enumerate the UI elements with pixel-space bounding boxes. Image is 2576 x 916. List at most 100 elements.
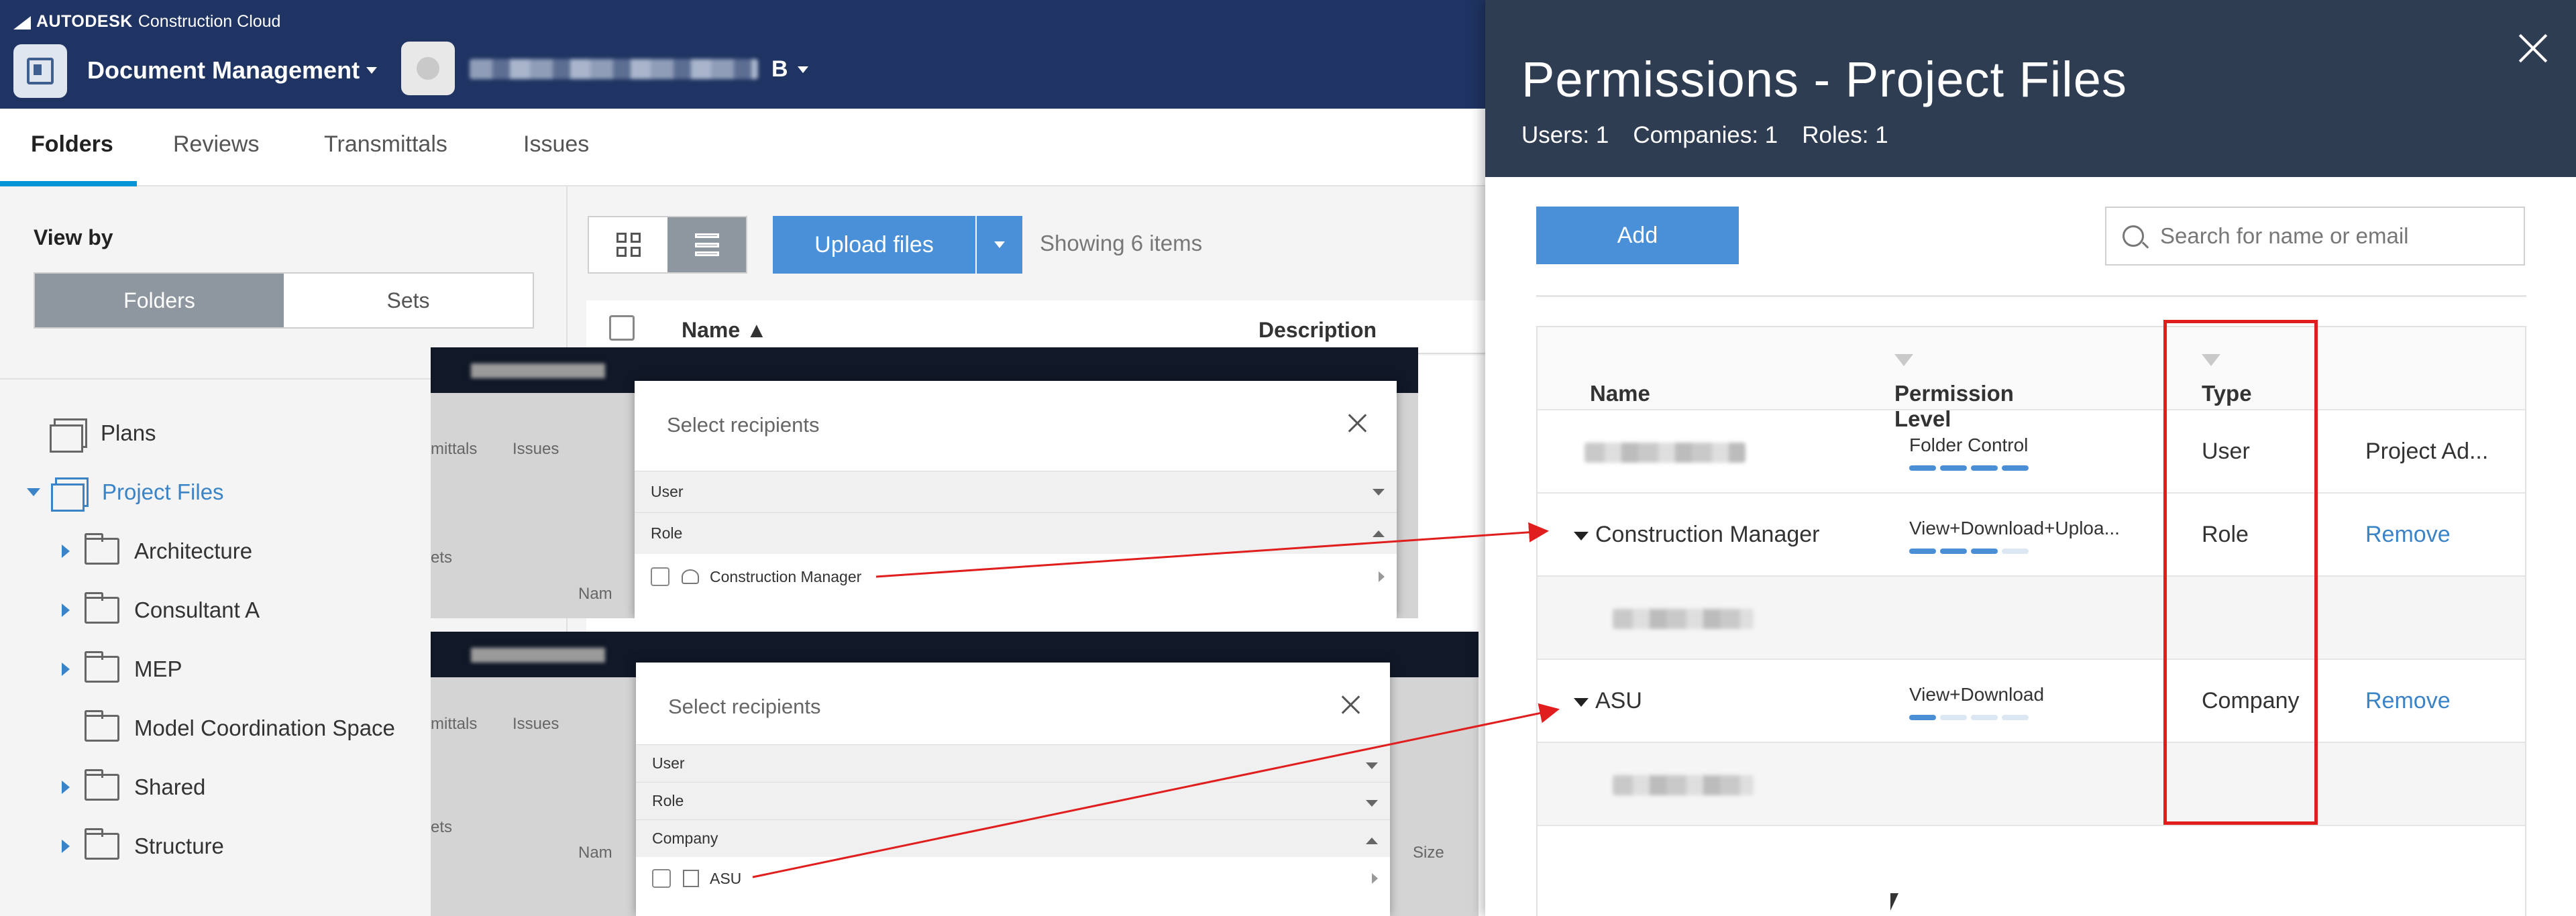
section-user[interactable]: User — [636, 744, 1390, 782]
chevron-down-icon[interactable] — [27, 488, 40, 496]
grid-view-button[interactable] — [589, 217, 667, 272]
chevron-right-icon[interactable] — [62, 840, 70, 853]
type-column-highlight — [2163, 320, 2318, 825]
brand-rest: Construction Cloud — [138, 12, 281, 31]
tab-transmittals[interactable]: Transmittals — [324, 131, 447, 158]
expandable-name[interactable]: Construction Manager — [1574, 522, 1820, 548]
upload-dropdown-button[interactable] — [977, 216, 1022, 274]
document-management-app: AUTODESK Construction Cloud Document Man… — [0, 0, 1485, 916]
inset-screenshot-company: mittals Issues ets Nam Size Select recip… — [431, 632, 1479, 916]
permission-level-dropdown[interactable]: View+Download — [1909, 684, 2044, 705]
bg-tab: mittals — [431, 440, 478, 458]
permission-level-dropdown[interactable]: View+Download+Uploa... — [1909, 518, 2120, 539]
chevron-down-icon — [1366, 762, 1378, 769]
chevron-right-icon[interactable] — [62, 545, 70, 558]
tree-item-structure[interactable]: Structure — [62, 826, 224, 866]
select-all-checkbox[interactable] — [609, 315, 635, 341]
section-company[interactable]: Company — [636, 819, 1390, 857]
bg-label: Nam — [578, 844, 612, 862]
tree-item-shared[interactable]: Shared — [62, 767, 205, 807]
tree-item-plans[interactable]: Plans — [50, 413, 156, 453]
permissions-panel: Permissions - Project Files Users: 1 Com… — [1485, 0, 2576, 916]
close-icon[interactable] — [2518, 34, 2548, 63]
tab-issues[interactable]: Issues — [523, 131, 589, 158]
option-checkbox[interactable] — [652, 869, 671, 888]
project-files-icon — [51, 477, 89, 512]
view-by-sets-button[interactable]: Sets — [284, 274, 533, 327]
chevron-down-icon — [366, 67, 378, 74]
select-recipients-dialog: Select recipients User Role Company ASU — [636, 663, 1390, 916]
tab-folders[interactable]: Folders — [31, 131, 113, 158]
active-tab-indicator — [0, 181, 137, 186]
project-switcher[interactable]: B — [771, 56, 808, 82]
bg-label: ets — [431, 549, 453, 567]
tree-label: Consultant A — [134, 597, 260, 622]
list-view-button[interactable] — [667, 217, 746, 272]
tree-label: Plans — [101, 420, 156, 445]
chevron-down-icon — [1574, 531, 1589, 540]
module-icon[interactable] — [13, 44, 67, 98]
divider — [1536, 295, 2526, 297]
table-row-member — [1538, 577, 2525, 660]
remove-link[interactable]: Remove — [2365, 522, 2451, 548]
chevron-right-icon[interactable] — [62, 781, 70, 794]
chevron-right-icon — [1379, 571, 1385, 582]
plans-icon — [50, 418, 87, 453]
building-icon — [683, 870, 699, 887]
project-avatar[interactable] — [401, 42, 455, 95]
option-asu[interactable]: ASU — [636, 857, 1390, 900]
upload-files-button[interactable]: Upload files — [773, 216, 975, 274]
autodesk-logo-icon — [13, 15, 31, 30]
item-count: Showing 6 items — [1040, 231, 1203, 255]
permission-level-dropdown[interactable]: Folder Control — [1909, 435, 2028, 456]
project-name-redacted — [470, 59, 758, 79]
panel-title: Permissions - Project Files — [1521, 52, 2127, 107]
tab-reviews[interactable]: Reviews — [173, 131, 259, 158]
section-role[interactable]: Role — [635, 512, 1397, 554]
chevron-right-icon — [1372, 873, 1378, 884]
option-label: ASU — [710, 869, 742, 887]
tree-label: MEP — [134, 656, 182, 681]
expandable-name[interactable]: ASU — [1574, 688, 1642, 714]
table-row-member — [1538, 743, 2525, 826]
inset-screenshot-role: mittals Issues ets Nam Select recipients… — [431, 347, 1418, 618]
search-input[interactable] — [2160, 223, 2509, 249]
close-icon[interactable] — [1347, 413, 1367, 433]
tree-label: Shared — [134, 775, 206, 799]
column-permission-level[interactable]: Permission Level — [1894, 354, 2014, 431]
top-bar: AUTODESK Construction Cloud Document Man… — [0, 0, 1485, 109]
close-icon[interactable] — [1340, 695, 1360, 715]
chevron-up-icon — [1373, 530, 1385, 537]
tree-label: Model Coordination Space — [134, 715, 395, 740]
option-construction-manager[interactable]: Construction Manager — [635, 555, 1397, 598]
column-description[interactable]: Description — [1258, 318, 1377, 343]
chevron-down-icon — [994, 241, 1005, 248]
view-by-folders-button[interactable]: Folders — [35, 274, 284, 327]
module-switcher[interactable]: Document Management — [87, 56, 378, 84]
filter-icon — [1894, 354, 1913, 366]
tree-item-architecture[interactable]: Architecture — [62, 531, 252, 571]
chevron-down-icon — [797, 66, 808, 73]
tree-item-consultant-a[interactable]: Consultant A — [62, 590, 260, 630]
section-user[interactable]: User — [635, 471, 1397, 512]
people-icon — [682, 569, 699, 584]
option-checkbox[interactable] — [651, 567, 669, 586]
member-name-redacted — [1613, 775, 1754, 795]
tree-item-project-files[interactable]: Project Files — [27, 472, 224, 512]
table-row: Construction Manager View+Download+Uploa… — [1538, 494, 2525, 577]
permission-level-bar — [1909, 549, 2029, 554]
add-button[interactable]: Add — [1536, 207, 1739, 264]
chevron-right-icon[interactable] — [62, 604, 70, 617]
column-name[interactable]: Name ▲ — [682, 318, 767, 343]
file-table-header: Name ▲ Description — [586, 300, 1485, 354]
member-name-redacted — [1613, 609, 1754, 629]
view-by-label: View by — [34, 225, 113, 249]
tree-label: Architecture — [134, 538, 253, 563]
chevron-right-icon[interactable] — [62, 663, 70, 676]
project-initial: B — [771, 56, 788, 82]
tree-label: Structure — [134, 834, 224, 858]
section-role[interactable]: Role — [636, 782, 1390, 819]
tree-item-model-coordination-space[interactable]: Model Coordination Space — [62, 708, 395, 748]
tree-item-mep[interactable]: MEP — [62, 649, 182, 689]
remove-link[interactable]: Remove — [2365, 688, 2451, 714]
